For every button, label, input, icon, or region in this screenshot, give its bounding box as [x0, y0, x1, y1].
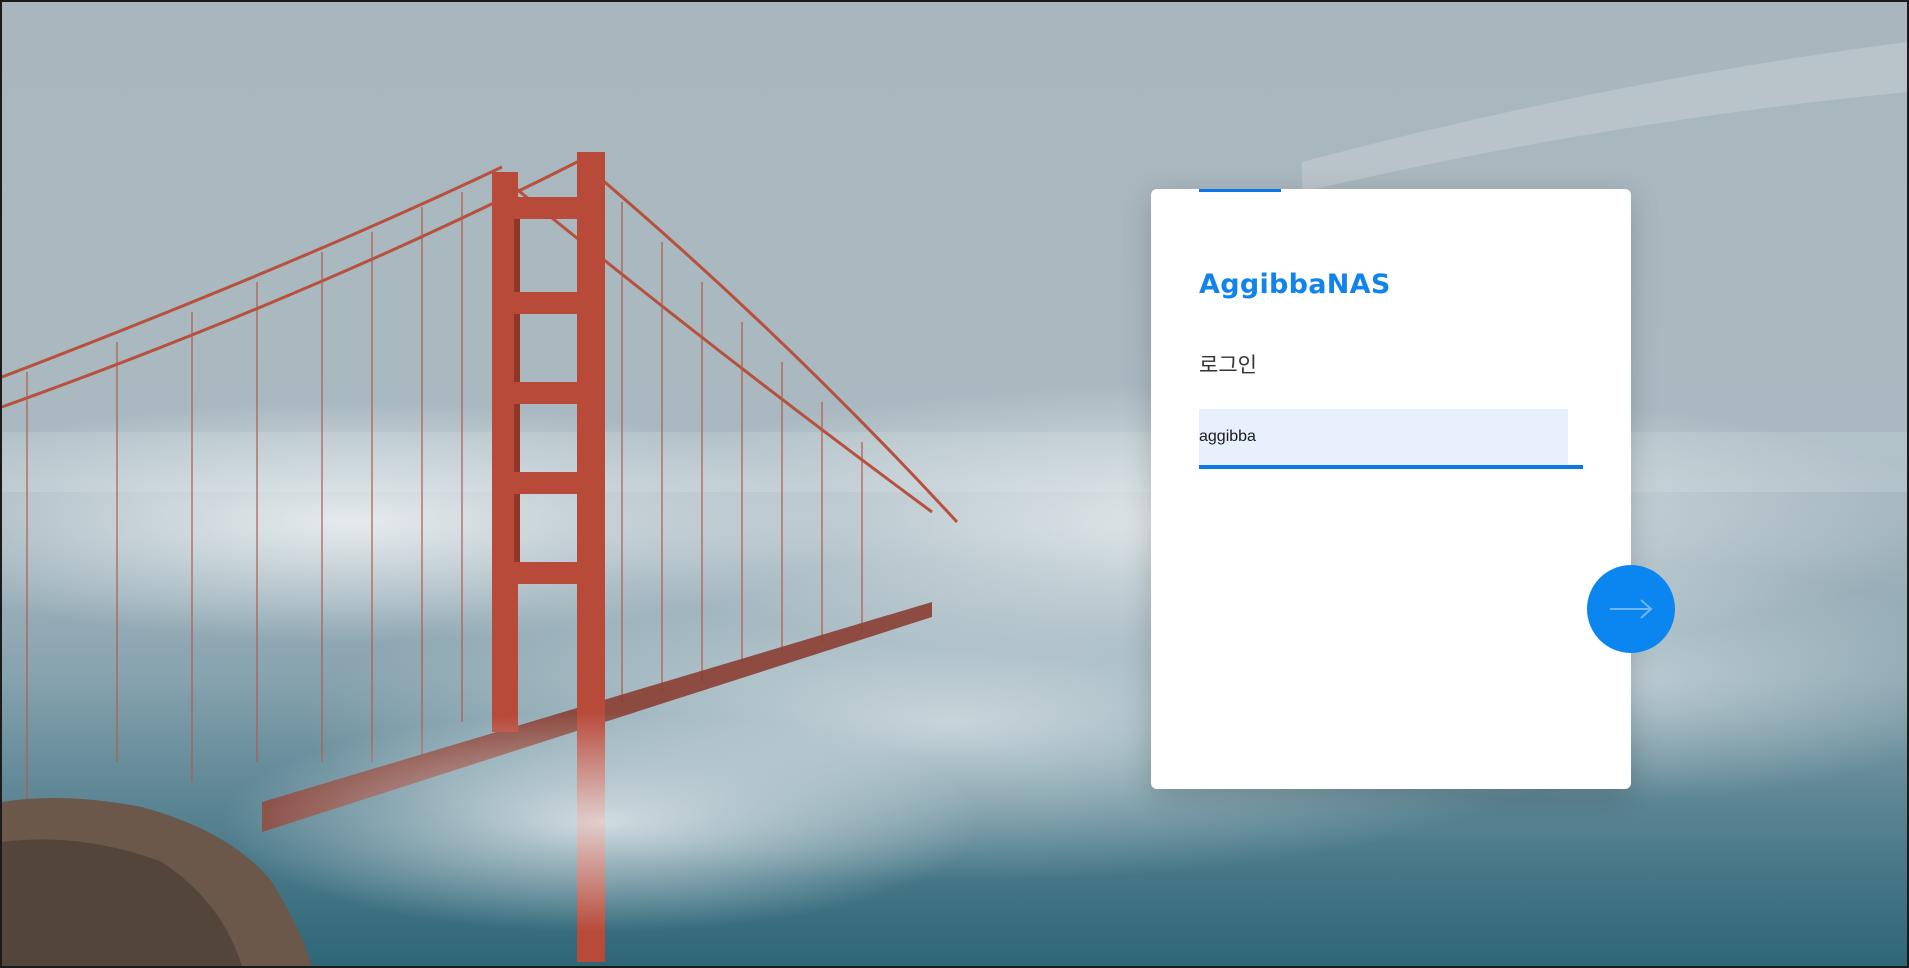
- card-accent-bar: [1199, 189, 1281, 192]
- username-input[interactable]: [1199, 409, 1568, 465]
- arrow-right-icon: [1610, 599, 1653, 619]
- input-focus-underline: [1199, 465, 1583, 469]
- login-heading: 로그인: [1199, 353, 1257, 377]
- login-card: AggibbaNAS 로그인: [1151, 189, 1631, 789]
- brand-title: AggibbaNAS: [1199, 269, 1391, 300]
- login-page: AggibbaNAS 로그인: [0, 0, 1909, 968]
- next-button[interactable]: [1587, 565, 1675, 653]
- username-field: [1199, 409, 1583, 469]
